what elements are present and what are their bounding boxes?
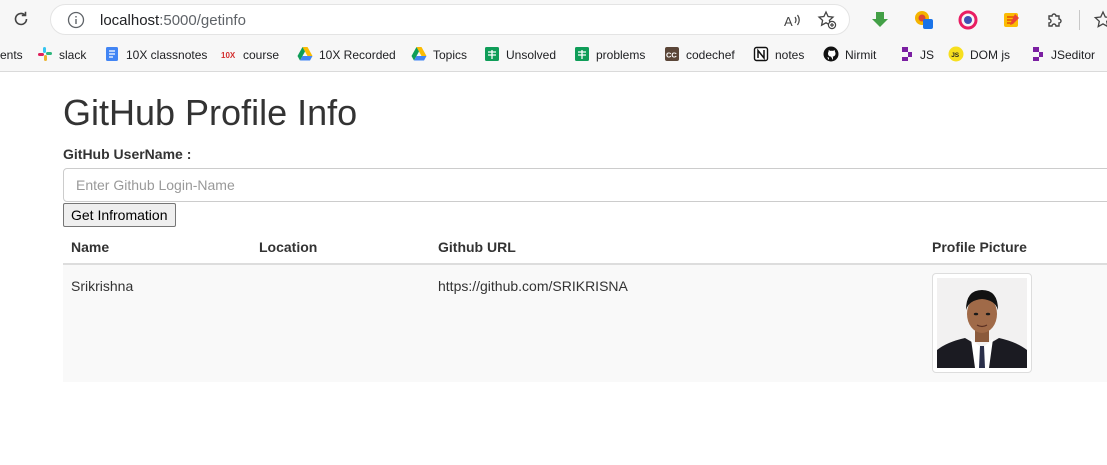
table-row: Srikrishna https://github.com/SRIKRISNA xyxy=(63,265,1107,382)
bookmark-item[interactable]: Nirmit xyxy=(823,45,876,65)
get-information-button[interactable]: Get Infromation xyxy=(63,203,176,227)
profile-extension-icon[interactable] xyxy=(914,10,934,30)
profile-picture xyxy=(932,273,1032,373)
table-header: Name Location Github URL Profile Picture xyxy=(63,230,1107,265)
svg-text:10X: 10X xyxy=(221,51,236,60)
notes-extension-icon[interactable] xyxy=(1002,10,1022,30)
bookmark-label: ents xyxy=(0,48,23,62)
cell-name: Srikrishna xyxy=(71,278,134,294)
drive-icon xyxy=(411,47,427,61)
svg-text:CC: CC xyxy=(666,51,677,60)
favorites-star-icon[interactable] xyxy=(1093,10,1107,30)
column-header-profile-picture: Profile Picture xyxy=(932,239,1027,255)
sheets-icon xyxy=(485,47,499,61)
drive-icon xyxy=(297,47,313,61)
bookmark-label: 10X classnotes xyxy=(126,48,208,62)
toolbar-divider xyxy=(1079,10,1080,30)
info-icon[interactable] xyxy=(67,11,85,29)
bookmark-label: course xyxy=(243,48,280,62)
bookmarks-bar: ents slack 10X classnotes 10X course 10X… xyxy=(0,38,1107,72)
color-picker-extension-icon[interactable] xyxy=(958,10,978,30)
bookmark-label: problems xyxy=(596,48,646,62)
download-extension-icon[interactable] xyxy=(870,10,890,30)
bookmark-item[interactable]: problems xyxy=(574,45,645,65)
url-host: localhost xyxy=(100,12,160,29)
bookmark-label: notes xyxy=(775,48,805,62)
bookmark-item[interactable]: notes xyxy=(753,45,804,65)
bookmark-item[interactable]: Topics xyxy=(411,45,467,65)
bookmark-label: Unsolved xyxy=(506,48,557,62)
bookmark-item[interactable]: 10X classnotes xyxy=(104,45,207,65)
profile-photo xyxy=(937,278,1027,368)
svg-text:JS: JS xyxy=(951,52,960,59)
bookmark-item[interactable]: 10X course xyxy=(221,45,279,65)
codechef-icon: CC xyxy=(665,47,679,61)
10x-icon: 10X xyxy=(221,51,236,60)
bookmark-label: codechef xyxy=(686,48,735,62)
url-path: :5000/getinfo xyxy=(159,12,246,29)
bookmark-item[interactable]: ents xyxy=(0,45,23,65)
replit-icon xyxy=(1033,47,1043,61)
column-header-location: Location xyxy=(259,239,318,255)
bookmark-label: JS xyxy=(920,48,935,62)
svg-text:A: A xyxy=(784,14,793,29)
docs-icon xyxy=(106,47,118,61)
bookmark-item[interactable]: JS xyxy=(898,45,934,65)
bookmark-label: Nirmit xyxy=(845,48,877,62)
page-title: GitHub Profile Info xyxy=(63,92,358,133)
slack-icon xyxy=(38,47,52,61)
github-icon xyxy=(823,46,839,62)
username-input[interactable] xyxy=(63,168,1107,202)
cell-github-url: https://github.com/SRIKRISNA xyxy=(438,278,628,294)
extensions-puzzle-icon[interactable] xyxy=(1045,10,1065,30)
replit-icon xyxy=(902,47,912,61)
bookmark-label: JSeditor xyxy=(1051,48,1096,62)
url-text[interactable]: localhost:5000/getinfo xyxy=(100,12,246,29)
bookmark-label: 10X Recorded xyxy=(319,48,396,62)
bookmark-label: Topics xyxy=(433,48,468,62)
browser-toolbar: localhost:5000/getinfo A xyxy=(0,0,1107,38)
column-header-name: Name xyxy=(71,239,110,255)
sheets-icon xyxy=(575,47,589,61)
bookmark-item[interactable]: JSeditor xyxy=(1029,45,1095,65)
add-favorite-icon[interactable] xyxy=(817,10,837,30)
notion-icon xyxy=(753,46,769,62)
bookmark-item[interactable]: Unsolved xyxy=(484,45,556,65)
profile-table: Name Location Github URL Profile Picture… xyxy=(63,230,1107,382)
reload-icon[interactable] xyxy=(11,9,31,29)
bookmark-item[interactable]: CC codechef xyxy=(664,45,735,65)
bookmark-item[interactable]: slack xyxy=(37,45,86,65)
column-header-github-url: Github URL xyxy=(438,239,516,255)
bookmark-label: DOM js xyxy=(970,48,1010,62)
js-icon: JS xyxy=(948,46,964,62)
username-label: GitHub UserName : xyxy=(63,146,192,162)
read-aloud-icon[interactable]: A xyxy=(783,11,803,31)
bookmark-item[interactable]: 10X Recorded xyxy=(297,45,396,65)
bookmark-item[interactable]: JS DOM js xyxy=(948,45,1010,65)
address-bar[interactable]: localhost:5000/getinfo A xyxy=(50,4,850,35)
bookmark-label: slack xyxy=(59,48,87,62)
